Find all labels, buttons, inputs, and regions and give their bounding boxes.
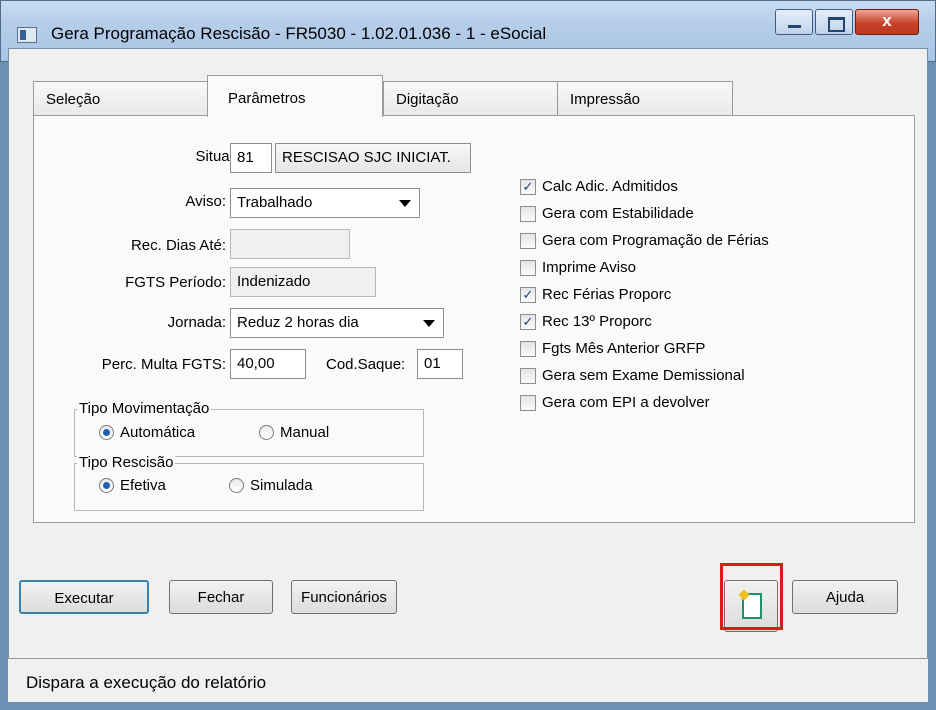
perc-multa-input[interactable]: 40,00 (230, 349, 306, 379)
tab-parametros[interactable]: Parâmetros (207, 75, 383, 117)
checkbox-calc-adic-admitidos[interactable]: ✓ Calc Adic. Admitidos (520, 178, 678, 195)
tab-label: Seleção (46, 91, 101, 108)
window-title: Gera Programação Rescisão - FR5030 - 1.0… (51, 24, 547, 43)
chevron-down-icon (423, 320, 435, 327)
radio-label: Efetiva (120, 477, 166, 494)
rec-dias-input[interactable] (230, 229, 350, 259)
jornada-label: Jornada: (167, 314, 226, 331)
checkbox-checked-icon: ✓ (520, 313, 536, 330)
highlight-box (720, 563, 783, 630)
radio-label: Automática (120, 424, 196, 441)
aviso-value: Trabalhado (237, 194, 313, 211)
radio-label: Manual (280, 424, 330, 441)
maximize-button[interactable] (815, 9, 853, 35)
checkbox-label: Gera com Estabilidade (542, 205, 694, 222)
checkbox-unchecked-icon (520, 232, 536, 249)
aviso-label: Aviso: (185, 193, 226, 210)
checkbox-label: Gera com EPI a devolver (542, 394, 710, 411)
radio-unselected-icon (229, 478, 244, 493)
checkbox-unchecked-icon (520, 340, 536, 357)
parametros-panel: Situação: 81 RESCISAO SJC INICIAT. Aviso… (33, 115, 915, 523)
checkbox-label: Rec 13º Proporc (542, 313, 652, 330)
radio-selected-icon (99, 478, 114, 493)
checkbox-gera-sem-exame[interactable]: Gera sem Exame Demissional (520, 367, 745, 384)
tipo-movimentacao-group: Tipo Movimentação Automática Manual (74, 400, 424, 457)
perc-multa-label: Perc. Multa FGTS: (101, 356, 226, 373)
radio-efetiva[interactable]: Efetiva (99, 477, 166, 494)
aviso-select[interactable]: Trabalhado (230, 188, 420, 218)
ajuda-button[interactable]: Ajuda (792, 580, 898, 614)
jornada-value: Reduz 2 horas dia (237, 314, 359, 331)
checkbox-label: Imprime Aviso (542, 259, 636, 276)
radio-simulada[interactable]: Simulada (229, 477, 313, 494)
funcionarios-button[interactable]: Funcionários (291, 580, 397, 614)
checkbox-gera-com-programacao-ferias[interactable]: Gera com Programação de Férias (520, 232, 769, 249)
radio-unselected-icon (259, 425, 274, 440)
checkbox-checked-icon: ✓ (520, 178, 536, 195)
checkbox-label: Fgts Mês Anterior GRFP (542, 340, 706, 357)
app-window: Gera Programação Rescisão - FR5030 - 1.0… (0, 0, 936, 710)
close-button[interactable]: x (855, 9, 919, 35)
tab-selecao[interactable]: Seleção (33, 81, 209, 115)
checkbox-label: Rec Férias Proporc (542, 286, 672, 303)
checkbox-gera-com-estabilidade[interactable]: Gera com Estabilidade (520, 205, 694, 222)
checkbox-unchecked-icon (520, 205, 536, 222)
checkbox-label: Calc Adic. Admitidos (542, 178, 678, 195)
executar-button[interactable]: Executar (19, 580, 149, 614)
tipo-rescisao-group: Tipo Rescisão Efetiva Simulada (74, 454, 424, 511)
tab-label: Parâmetros (228, 90, 306, 107)
tab-digitacao[interactable]: Digitação (383, 81, 559, 115)
chevron-down-icon (399, 200, 411, 207)
situacao-input[interactable]: 81 (230, 143, 272, 173)
radio-automatica[interactable]: Automática (99, 424, 195, 441)
app-icon (17, 27, 37, 43)
jornada-select[interactable]: Reduz 2 horas dia (230, 308, 444, 338)
checkbox-imprime-aviso[interactable]: Imprime Aviso (520, 259, 636, 276)
checkbox-checked-icon: ✓ (520, 286, 536, 303)
checkbox-fgts-mes-anterior[interactable]: Fgts Mês Anterior GRFP (520, 340, 705, 357)
close-icon: x (882, 11, 892, 30)
window-controls: x (773, 9, 919, 35)
checkbox-label: Gera com Programação de Férias (542, 232, 769, 249)
checkbox-label: Gera sem Exame Demissional (542, 367, 745, 384)
tab-impressao[interactable]: Impressão (557, 81, 733, 115)
fgts-periodo-label: FGTS Período: (125, 274, 226, 291)
checkbox-rec-13-proporc[interactable]: ✓ Rec 13º Proporc (520, 313, 652, 330)
checkbox-gera-com-epi[interactable]: Gera com EPI a devolver (520, 394, 710, 411)
radio-label: Simulada (250, 477, 313, 494)
fechar-button[interactable]: Fechar (169, 580, 273, 614)
situacao-description: RESCISAO SJC INICIAT. (275, 143, 471, 173)
tipo-movimentacao-title: Tipo Movimentação (77, 400, 212, 417)
checkbox-unchecked-icon (520, 259, 536, 276)
radio-selected-icon (99, 425, 114, 440)
rec-dias-label: Rec. Dias Até: (130, 237, 226, 254)
checkbox-unchecked-icon (520, 367, 536, 384)
dialog-client-area: Seleção Parâmetros Digitação Impressão S… (8, 48, 928, 702)
checkbox-unchecked-icon (520, 394, 536, 411)
fgts-periodo-input: Indenizado (230, 267, 376, 297)
checkbox-rec-ferias-proporc[interactable]: ✓ Rec Férias Proporc (520, 286, 671, 303)
cod-saque-input[interactable]: 01 (417, 349, 463, 379)
tab-label: Digitação (396, 91, 459, 108)
tipo-rescisao-title: Tipo Rescisão (77, 454, 176, 471)
minimize-button[interactable] (775, 9, 813, 35)
status-bar: Dispara a execução do relatório (8, 658, 928, 702)
radio-manual[interactable]: Manual (259, 424, 329, 441)
tab-label: Impressão (570, 91, 641, 108)
cod-saque-label: Cod.Saque: (326, 356, 406, 373)
